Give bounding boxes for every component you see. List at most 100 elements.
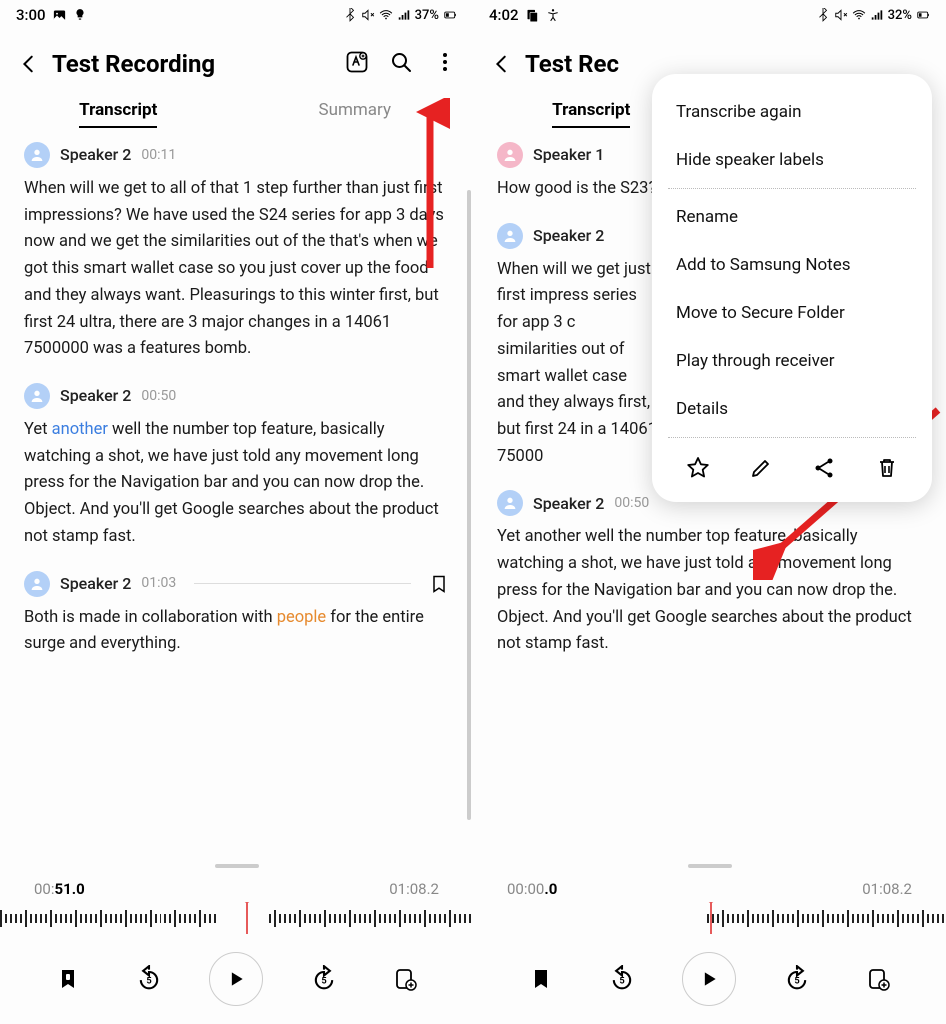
- wifi-icon: [852, 8, 866, 22]
- mute-icon: [834, 8, 848, 22]
- transcript-body: Speaker 2 00:11 When will we get to all …: [0, 128, 473, 859]
- rewind-5-button[interactable]: 5: [602, 959, 642, 999]
- tab-summary[interactable]: Summary: [237, 100, 474, 128]
- edit-button[interactable]: [749, 456, 773, 484]
- tabs: Transcript Summary: [0, 84, 473, 128]
- screen-left: 3:00 37% Test Recording: [0, 0, 473, 1024]
- entry-timestamp: 00:11: [141, 144, 176, 167]
- menu-divider: [668, 437, 916, 438]
- avatar: [497, 223, 523, 249]
- current-time: 00:51.0: [34, 880, 85, 898]
- entry-timestamp: 00:50: [614, 492, 649, 515]
- menu-play-through-receiver[interactable]: Play through receiver: [652, 337, 932, 385]
- screen-right: 4:02 32% Test Rec Transcript Speaker 1: [473, 0, 946, 1024]
- menu-details[interactable]: Details: [652, 385, 932, 433]
- highlighted-word: another: [52, 420, 108, 439]
- current-time: 00:00.0: [507, 880, 557, 898]
- avatar: [497, 490, 523, 516]
- transcript-entry[interactable]: Speaker 2 00:50 Yet another well the num…: [24, 383, 449, 551]
- svg-text:5: 5: [321, 976, 326, 987]
- avatar: [497, 142, 523, 168]
- battery-percent: 32%: [888, 8, 912, 23]
- status-time: 3:00: [16, 6, 46, 24]
- svg-text:5: 5: [794, 976, 799, 987]
- entry-timestamp: 00:50: [141, 385, 176, 408]
- entry-text: Yet another well the number top feature,…: [24, 417, 449, 551]
- player: 00:51.0 01:08.2 5 5: [0, 859, 473, 1024]
- status-time: 4:02: [489, 6, 519, 24]
- more-button[interactable]: [433, 50, 457, 78]
- page-title: Test Recording: [52, 50, 335, 78]
- transcript-entry[interactable]: Speaker 2 00:50 Yet another well the num…: [497, 490, 922, 658]
- entry-text: When will we get to all of that 1 step f…: [24, 176, 449, 363]
- avatar: [24, 571, 50, 597]
- delete-button[interactable]: [875, 456, 899, 484]
- speaker-label: Speaker 2: [533, 223, 604, 249]
- image-icon: [52, 8, 67, 23]
- total-time: 01:08.2: [389, 880, 439, 898]
- drag-handle[interactable]: [215, 864, 259, 868]
- status-bar: 3:00 37%: [0, 0, 473, 28]
- search-button[interactable]: [389, 50, 413, 78]
- menu-divider: [668, 188, 916, 189]
- bookmarks-button[interactable]: [521, 959, 561, 999]
- back-button[interactable]: [489, 51, 515, 77]
- battery-percent: 37%: [415, 8, 439, 23]
- menu-move-secure-folder[interactable]: Move to Secure Folder: [652, 289, 932, 337]
- transcript-entry[interactable]: Speaker 2 00:11 When will we get to all …: [24, 142, 449, 363]
- menu-rename[interactable]: Rename: [652, 193, 932, 241]
- svg-text:5: 5: [146, 976, 151, 987]
- add-clip-button[interactable]: [385, 959, 425, 999]
- status-bar: 4:02 32%: [473, 0, 946, 28]
- play-button[interactable]: [209, 952, 263, 1006]
- entry-text: Yet another well the number top feature,…: [497, 524, 922, 658]
- speaker-label: Speaker 2: [60, 571, 131, 597]
- header: Test Recording: [0, 28, 473, 84]
- forward-5-button[interactable]: 5: [304, 959, 344, 999]
- play-button[interactable]: [682, 952, 736, 1006]
- avatar: [24, 142, 50, 168]
- menu-add-samsung-notes[interactable]: Add to Samsung Notes: [652, 241, 932, 289]
- speaker-label: Speaker 1: [533, 142, 604, 168]
- translate-button[interactable]: [345, 50, 369, 78]
- add-clip-button[interactable]: [858, 959, 898, 999]
- player: 00:00.0 01:08.2 5 5: [473, 859, 946, 1024]
- highlighted-word: people: [277, 608, 326, 627]
- entry-timestamp: 01:03: [141, 572, 176, 595]
- forward-5-button[interactable]: 5: [777, 959, 817, 999]
- bookmarks-button[interactable]: [48, 959, 88, 999]
- speaker-label: Speaker 2: [533, 491, 604, 517]
- bookmark-icon[interactable]: [429, 574, 449, 594]
- transcript-entry[interactable]: Speaker 2 01:03 Both is made in collabor…: [24, 571, 449, 658]
- total-time: 01:08.2: [862, 880, 912, 898]
- svg-text:5: 5: [619, 976, 624, 987]
- signal-icon: [870, 8, 884, 22]
- waveform[interactable]: [473, 902, 946, 936]
- entry-text: Both is made in collaboration with peopl…: [24, 605, 449, 658]
- back-button[interactable]: [16, 51, 42, 77]
- waveform[interactable]: [0, 902, 473, 936]
- rewind-5-button[interactable]: 5: [129, 959, 169, 999]
- bluetooth-icon: [343, 8, 357, 22]
- entry-text: When will we get just first impress seri…: [497, 257, 657, 471]
- bulb-icon: [73, 8, 87, 22]
- battery-icon: [916, 8, 930, 22]
- overflow-menu: Transcribe again Hide speaker labels Ren…: [652, 74, 932, 502]
- drag-handle[interactable]: [688, 864, 732, 868]
- wifi-icon: [379, 8, 393, 22]
- speaker-label: Speaker 2: [60, 383, 131, 409]
- share-button[interactable]: [812, 456, 836, 484]
- cards-icon: [525, 8, 540, 23]
- avatar: [24, 383, 50, 409]
- scrollbar[interactable]: [467, 190, 471, 820]
- accessibility-icon: [546, 8, 560, 22]
- tab-transcript[interactable]: Transcript: [0, 100, 237, 128]
- entry-text: How good is the S23?: [497, 176, 657, 203]
- menu-hide-speaker-labels[interactable]: Hide speaker labels: [652, 136, 932, 184]
- signal-icon: [397, 8, 411, 22]
- battery-icon: [443, 8, 457, 22]
- menu-transcribe-again[interactable]: Transcribe again: [652, 88, 932, 136]
- entry-divider: [194, 583, 411, 584]
- favorite-button[interactable]: [686, 456, 710, 484]
- mute-icon: [361, 8, 375, 22]
